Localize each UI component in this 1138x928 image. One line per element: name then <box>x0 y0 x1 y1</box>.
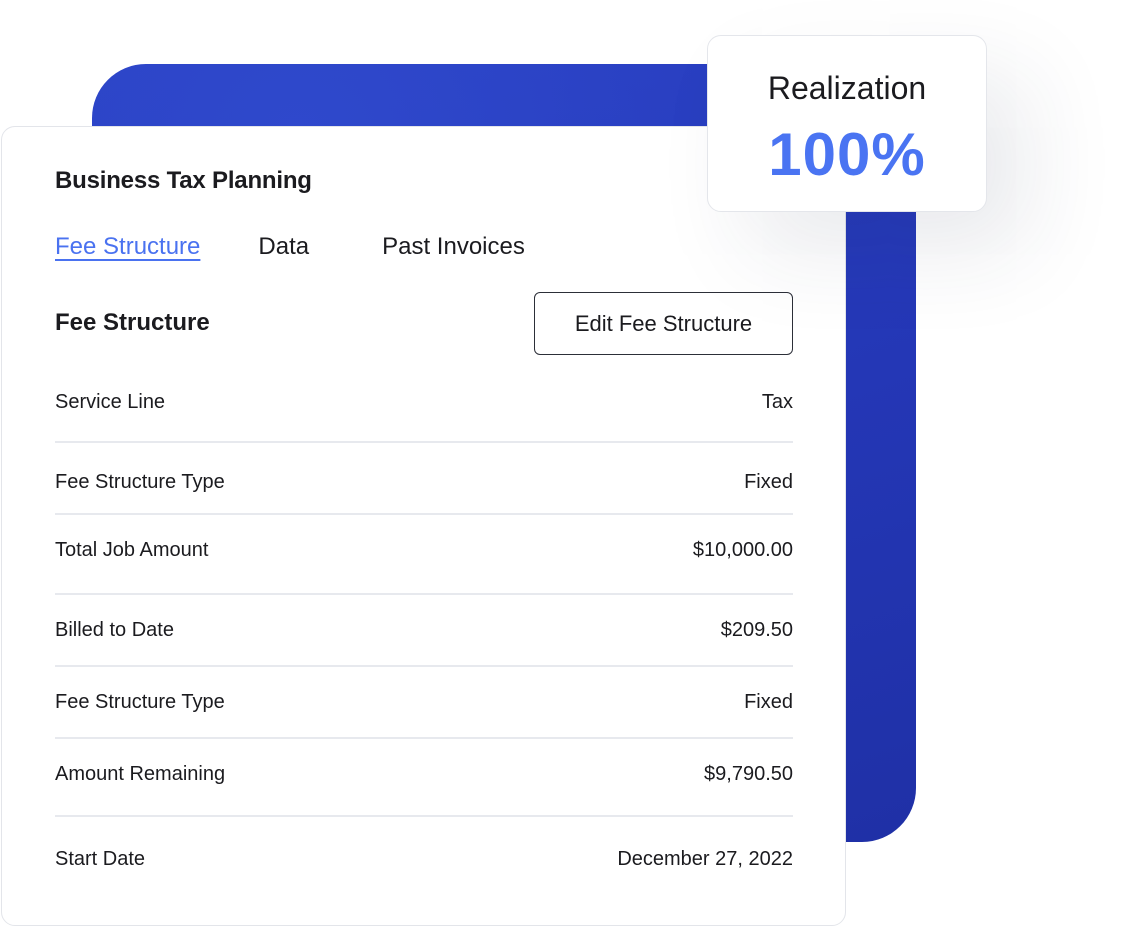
row-value: $9,790.50 <box>704 762 793 785</box>
row-label: Fee Structure Type <box>55 690 225 713</box>
edit-fee-structure-button[interactable]: Edit Fee Structure <box>534 292 793 355</box>
detail-row-amount-remaining: Amount Remaining $9,790.50 <box>55 739 793 817</box>
row-value: $209.50 <box>720 618 793 641</box>
fee-structure-card: Business Tax Planning Fee Structure Data… <box>1 126 846 926</box>
row-label: Total Job Amount <box>55 538 209 561</box>
row-label: Start Date <box>55 847 146 870</box>
detail-row-fee-structure-type: Fee Structure Type Fixed <box>55 443 793 515</box>
fee-structure-details: Service Line Tax Fee Structure Type Fixe… <box>55 363 793 901</box>
row-value: Tax <box>761 390 793 413</box>
page-title: Business Tax Planning <box>55 167 312 194</box>
detail-row-total-job-amount: Total Job Amount $10,000.00 <box>55 515 793 595</box>
tab-bar: Fee Structure Data Past Invoices <box>55 233 583 261</box>
realization-card: Realization 100% <box>707 35 987 212</box>
row-value: Fixed <box>744 470 793 493</box>
detail-row-billed-to-date: Billed to Date $209.50 <box>55 595 793 667</box>
tab-past-invoices[interactable]: Past Invoices <box>382 233 525 261</box>
row-label: Service Line <box>55 390 166 413</box>
row-label: Amount Remaining <box>55 762 226 785</box>
row-label: Billed to Date <box>55 618 174 641</box>
tab-fee-structure[interactable]: Fee Structure <box>55 233 200 261</box>
detail-row-start-date: Start Date December 27, 2022 <box>55 817 793 901</box>
row-value: $10,000.00 <box>692 538 793 561</box>
row-label: Fee Structure Type <box>55 470 225 493</box>
section-title: Fee Structure <box>55 309 210 336</box>
tab-data[interactable]: Data <box>258 233 309 261</box>
detail-row-fee-structure-type-2: Fee Structure Type Fixed <box>55 667 793 739</box>
detail-row-service-line: Service Line Tax <box>55 363 793 443</box>
row-value: December 27, 2022 <box>617 847 793 870</box>
realization-value: 100% <box>768 121 926 188</box>
realization-label: Realization <box>767 70 927 106</box>
row-value: Fixed <box>744 690 793 713</box>
